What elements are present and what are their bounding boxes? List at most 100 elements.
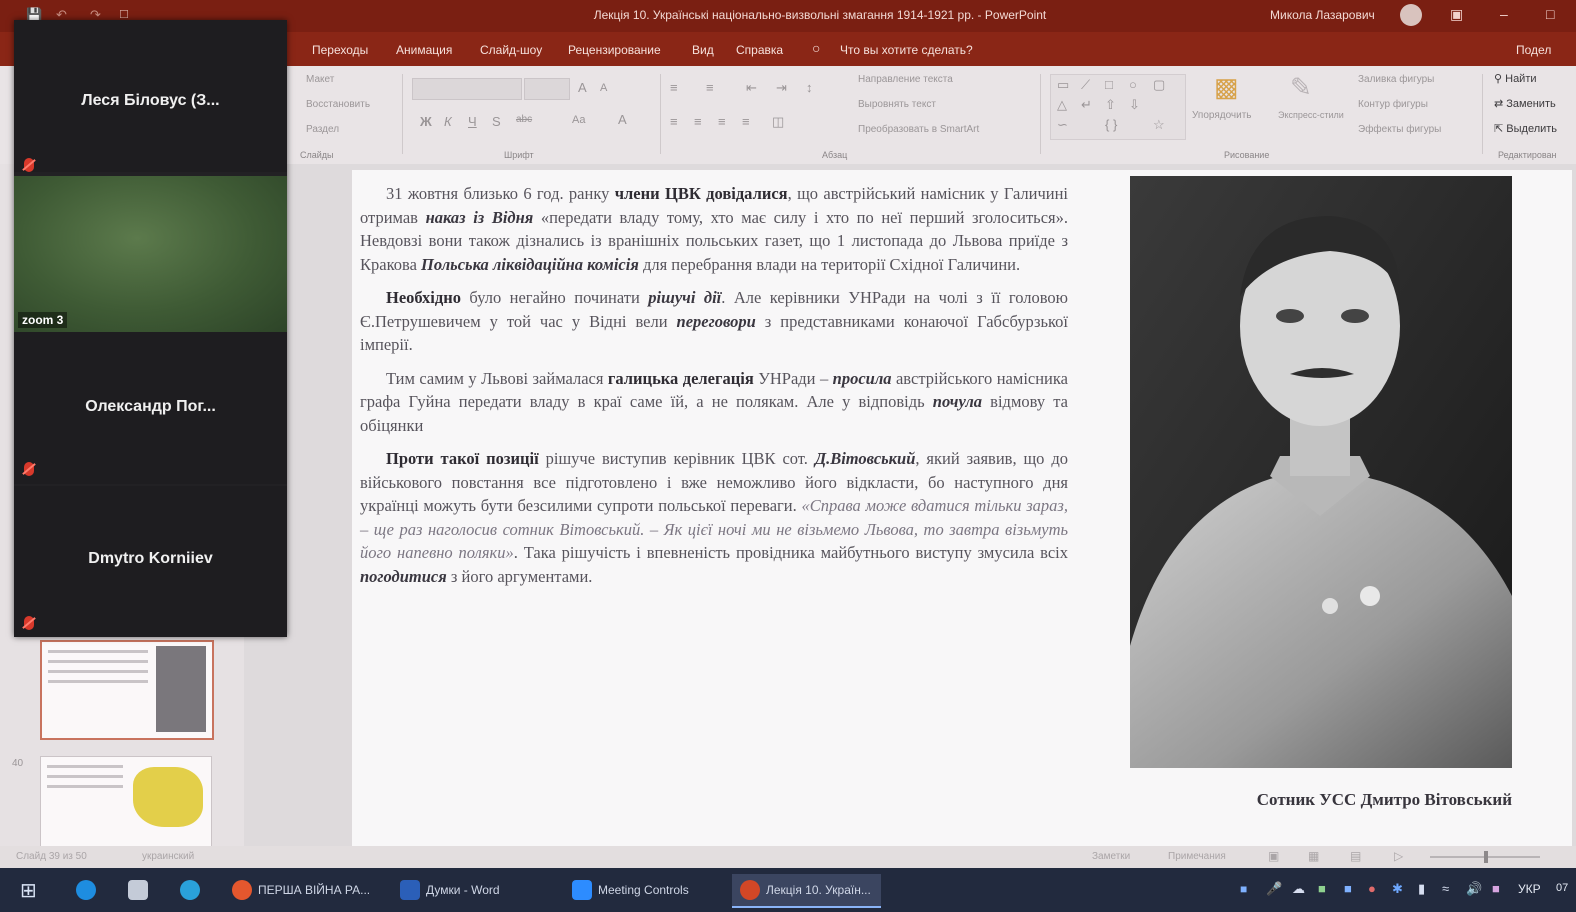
italic-icon[interactable]: К [444,114,452,129]
minimize-icon[interactable]: – [1500,6,1508,22]
arrow-shape-icon[interactable]: ⇧ [1105,97,1116,113]
zoom-slider-thumb[interactable] [1484,851,1488,863]
align-center-icon[interactable]: ≡ [694,114,702,129]
tab-review[interactable]: Рецензирование [568,43,661,57]
numbering-icon[interactable]: ≡ [706,80,714,95]
user-name[interactable]: Микола Лазарович [1270,8,1375,22]
taskbar-app-zoom[interactable]: Meeting Controls [564,874,699,906]
oval-shape-icon[interactable]: ○ [1129,77,1137,92]
comments-button[interactable]: Примечания [1168,851,1226,862]
justify-icon[interactable]: ≡ [742,114,750,129]
strikethrough-icon[interactable]: abc [516,114,532,125]
wifi-icon[interactable]: ≈ [1442,881,1449,896]
bold-icon[interactable]: Ж [420,114,432,129]
align-right-icon[interactable]: ≡ [718,114,726,129]
bullets-icon[interactable]: ≡ [670,80,678,95]
section-button[interactable]: Раздел [306,124,339,135]
brace-shape-icon[interactable]: { } [1105,117,1117,132]
shape-fill-button[interactable]: Заливка фигуры [1358,74,1434,85]
keyboard-language[interactable]: УКР [1518,882,1541,896]
line-shape-icon[interactable]: ⟋ [1081,77,1090,93]
shadow-icon[interactable]: S [492,114,501,129]
arrange-button[interactable]: Упорядочить [1192,110,1252,121]
decrease-font-icon[interactable]: A [600,82,607,94]
outdent-icon[interactable]: ⇥ [776,80,787,96]
bluetooth-tray-icon[interactable]: ✱ [1392,881,1403,897]
select-button[interactable]: ⇱ Выделить [1494,122,1557,135]
taskbar-app-powerpoint[interactable]: Лекція 10. Україн... [732,874,881,908]
rounded-rect-shape-icon[interactable]: ▢ [1153,77,1165,93]
find-button[interactable]: ⚲ Найти [1494,72,1537,85]
participant-tile[interactable]: Dmytro Korniiev [14,486,287,637]
taskbar-app-chrome[interactable]: ПЕРША ВІЙНА РА... [224,874,380,906]
tray-app-icon[interactable]: ■ [1240,882,1247,896]
security-tray-icon[interactable]: ■ [1318,881,1326,896]
zoom-participants-panel[interactable]: Леся Біловус (З... zoom 3 Олександр Пог.… [14,20,287,637]
slideshow-view-icon[interactable]: ▷ [1394,849,1403,863]
participant-video-tile[interactable]: zoom 3 [14,176,287,332]
edge-icon[interactable] [76,880,96,900]
quick-styles-button[interactable]: Экспресс-стили [1278,110,1344,120]
font-name-dropdown[interactable] [412,78,522,100]
ribbon-display-icon[interactable]: ▣ [1450,6,1463,23]
slide-thumbnail-next[interactable] [40,756,212,852]
arrange-icon[interactable]: ▩ [1214,72,1239,103]
notes-button[interactable]: Заметки [1092,851,1130,862]
reset-button[interactable]: Восстановить [306,99,370,110]
tab-view[interactable]: Вид [692,43,714,57]
text-direction-button[interactable]: Направление текста [858,74,953,85]
microphone-tray-icon[interactable]: 🎤 [1266,881,1282,897]
reading-view-icon[interactable]: ▤ [1350,849,1361,863]
connector-shape-icon[interactable]: ↵ [1081,97,1092,113]
portrait-photo[interactable] [1130,176,1512,768]
avatar[interactable] [1400,4,1422,26]
taskbar-app-word[interactable]: Думки - Word [392,874,510,906]
battery-tray-icon[interactable]: ▮ [1418,881,1425,897]
layout-button[interactable]: Макет [306,74,334,85]
volume-icon[interactable]: 🔊 [1466,881,1482,897]
shapes-gallery[interactable]: ▭ ⟋ □ ○ ▢ △ ↵ ⇧ ⇩ ∽ { } ☆ [1050,74,1186,140]
triangle-shape-icon[interactable]: △ [1057,97,1067,113]
curve-shape-icon[interactable]: ∽ [1057,117,1068,133]
clock[interactable]: 07 [1556,882,1568,894]
rectangle-shape-icon[interactable]: □ [1105,77,1113,92]
tab-help[interactable]: Справка [736,43,783,57]
maximize-icon[interactable]: □ [1546,6,1554,22]
participant-tile[interactable]: Леся Біловус (З... [14,20,287,172]
columns-icon[interactable]: ◫ [772,114,784,130]
tab-animation[interactable]: Анимация [396,43,452,57]
slide-thumbnail-current[interactable] [40,640,214,740]
underline-icon[interactable]: Ч [468,114,477,129]
tab-slideshow[interactable]: Слайд-шоу [480,43,542,57]
change-case-icon[interactable]: Aa [572,114,585,126]
shape-outline-button[interactable]: Контур фигуры [1358,99,1428,110]
normal-view-icon[interactable]: ▣ [1268,849,1279,863]
line-spacing-icon[interactable]: ↕ [806,80,813,95]
shape-effects-button[interactable]: Эффекты фигуры [1358,124,1441,135]
replace-button[interactable]: ⇄ Заменить [1494,97,1556,110]
font-color-icon[interactable]: A [618,112,627,127]
language-indicator[interactable]: украинский [142,851,194,862]
slide-text-body[interactable]: 31 жовтня близько 6 год. ранку члени ЦВК… [360,182,1068,598]
participant-tile[interactable]: Олександр Пог... [14,332,287,484]
sorter-view-icon[interactable]: ▦ [1308,849,1319,863]
increase-font-icon[interactable]: A [578,80,587,95]
zoom-tray-icon[interactable]: ■ [1344,881,1352,896]
telegram-icon[interactable] [180,880,200,900]
quick-styles-icon[interactable]: ✎ [1290,72,1312,103]
align-text-button[interactable]: Выровнять текст [858,99,936,110]
align-left-icon[interactable]: ≡ [670,114,678,129]
windows-start-icon[interactable]: ⊞ [20,878,37,903]
share-button[interactable]: Подел [1516,43,1551,57]
down-arrow-shape-icon[interactable]: ⇩ [1129,97,1140,113]
start-slideshow-icon[interactable]: □ [120,6,128,21]
textbox-shape-icon[interactable]: ▭ [1057,77,1069,93]
font-size-dropdown[interactable] [524,78,570,100]
smartart-button[interactable]: Преобразовать в SmartArt [858,124,979,135]
star-shape-icon[interactable]: ☆ [1153,117,1165,133]
tray-app-icon-2[interactable]: ■ [1492,881,1500,896]
tell-me-search[interactable]: Что вы хотите сделать? [840,43,973,57]
chrome-tray-icon[interactable]: ● [1368,881,1376,896]
tab-transitions[interactable]: Переходы [312,43,368,57]
cloud-tray-icon[interactable]: ☁ [1292,881,1305,897]
